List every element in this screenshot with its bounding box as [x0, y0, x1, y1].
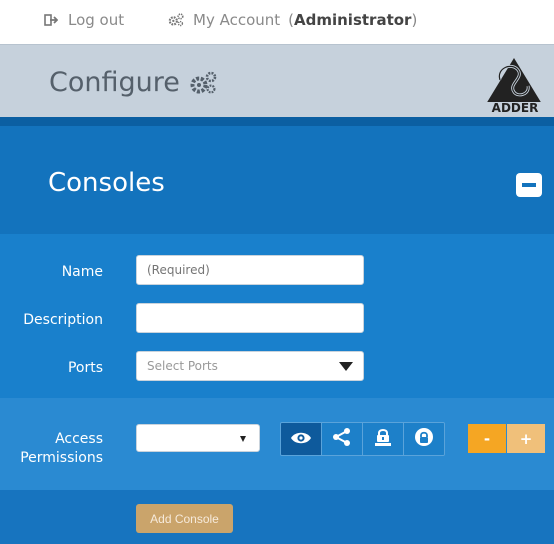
private-permission-button[interactable] — [404, 423, 444, 455]
role-close-paren: ) — [411, 11, 418, 29]
shared-permission-button[interactable] — [322, 423, 363, 455]
form-footer — [0, 490, 554, 544]
adder-logo: ADDER — [478, 50, 550, 115]
access-user-select[interactable] — [136, 424, 260, 452]
collapse-section-button[interactable] — [516, 173, 542, 197]
description-label: Description — [23, 312, 103, 328]
console-form: Name Description Ports Select Ports — [0, 234, 554, 398]
logout-label: Log out — [68, 11, 125, 29]
permission-buttons — [280, 422, 445, 456]
chevron-down-icon — [339, 361, 353, 371]
consoles-section-header: Consoles — [0, 126, 554, 234]
remove-permission-button[interactable]: - — [468, 424, 506, 453]
configure-gears-icon — [190, 71, 218, 95]
lock-icon — [414, 427, 434, 451]
logout-link[interactable]: Log out — [43, 9, 124, 31]
add-permission-button[interactable]: + — [507, 424, 545, 453]
section-title: Consoles — [48, 168, 165, 198]
share-icon — [332, 427, 352, 451]
minus-label: - — [483, 429, 491, 448]
exclusive-permission-button[interactable] — [363, 423, 404, 455]
minus-icon — [522, 183, 536, 187]
eye-icon — [290, 430, 312, 449]
add-console-button[interactable]: Add Console — [136, 504, 233, 533]
ports-label: Ports — [67, 360, 103, 376]
name-label: Name — [61, 264, 103, 280]
gears-icon — [168, 12, 184, 28]
view-only-permission-button[interactable] — [281, 423, 322, 455]
access-permissions-label: Access Permissions — [20, 430, 103, 468]
page-title: Configure — [49, 67, 218, 98]
access-label-line2: Permissions — [20, 450, 103, 466]
account-role: Administrator — [294, 11, 412, 29]
ports-select[interactable]: Select Ports — [136, 351, 364, 381]
ports-placeholder: Select Ports — [147, 359, 218, 373]
section-divider — [0, 117, 554, 126]
exclusive-lock-icon — [373, 427, 393, 451]
configure-header: Configure ADDER — [0, 44, 554, 117]
logo-text: ADDER — [492, 101, 539, 114]
access-label-line1: Access — [55, 431, 103, 447]
plus-label: + — [519, 429, 533, 448]
name-input[interactable] — [136, 255, 364, 285]
description-input[interactable] — [136, 303, 364, 333]
top-links-bar: Log out My Account (Administrator) — [0, 0, 554, 42]
logout-icon — [43, 12, 59, 28]
my-account-link[interactable]: My Account (Administrator) — [168, 9, 417, 31]
select-caret-icon — [240, 436, 246, 442]
my-account-label: My Account — [193, 11, 281, 29]
page-title-text: Configure — [49, 67, 180, 98]
